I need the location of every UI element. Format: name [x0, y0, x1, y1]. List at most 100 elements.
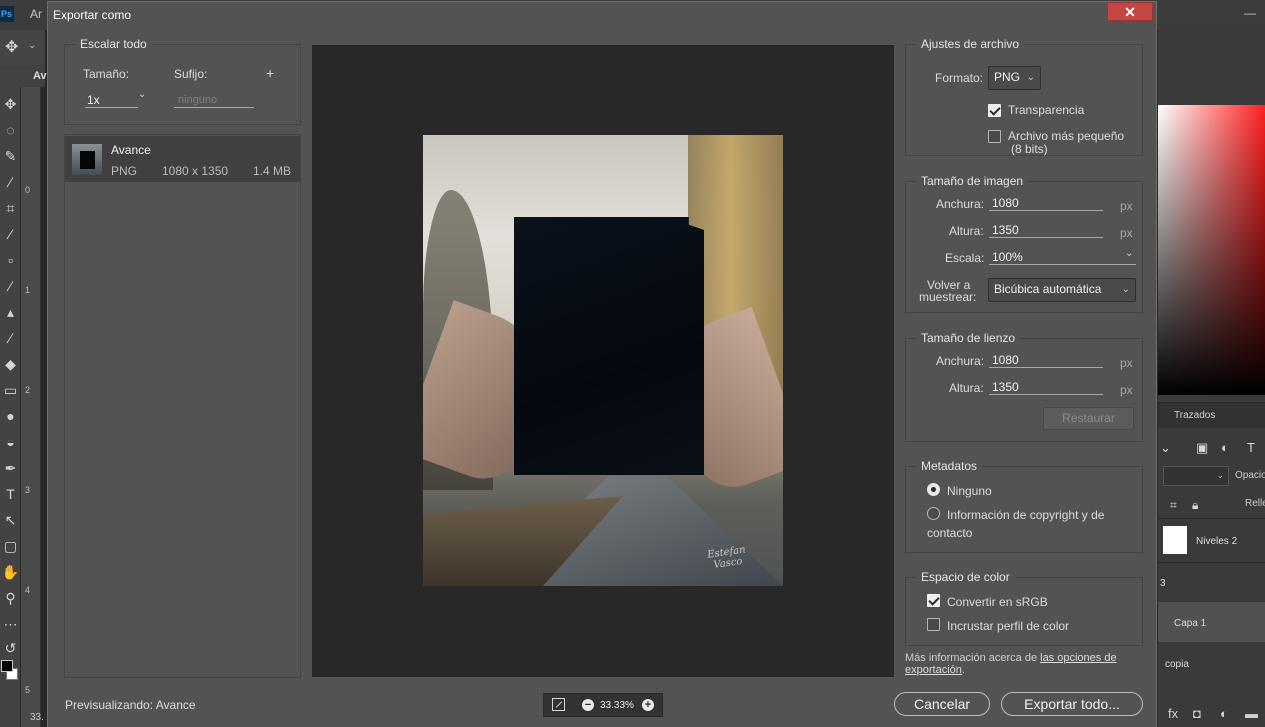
chevron-down-icon[interactable]: ⌄	[28, 40, 36, 51]
layer-name[interactable]: Niveles 2	[1196, 536, 1237, 547]
zoom-tool-icon[interactable]: ⚲	[0, 585, 21, 611]
tab-trazados[interactable]: Trazados	[1174, 410, 1215, 421]
suffix-input[interactable]: ninguno	[178, 94, 217, 106]
path-select-icon[interactable]: ↖	[0, 507, 21, 533]
smaller-file-sublabel: (8 bits)	[1011, 142, 1048, 156]
group-title: Escalar todo	[75, 37, 152, 51]
minimize-icon[interactable]: —	[1240, 3, 1260, 23]
more-tools-icon[interactable]: ⋯	[0, 611, 21, 637]
metadata-copyright-radio[interactable]	[927, 507, 940, 520]
group-title: Tamaño de imagen	[916, 174, 1029, 188]
size-label: Tamaño:	[83, 67, 130, 81]
metadata-copyright-label: Información de copyright y de	[947, 508, 1105, 522]
quick-select-icon[interactable]: ✎	[0, 143, 21, 169]
format-label: Formato:	[935, 71, 984, 85]
export-options-link[interactable]: las opciones de	[1040, 652, 1116, 664]
layer-filter-row: ⌄ ▣ ◐ T	[1158, 437, 1265, 461]
eyedropper-icon[interactable]: ⁄	[0, 221, 21, 247]
cancel-button[interactable]: Cancelar	[894, 692, 990, 716]
photo-black-board	[514, 217, 704, 475]
metadata-none-radio[interactable]	[927, 483, 940, 496]
smaller-file-checkbox[interactable]	[988, 130, 1001, 143]
fit-screen-icon[interactable]	[552, 698, 565, 711]
gradient-icon[interactable]: ▭	[0, 377, 21, 403]
close-icon[interactable]: ✕	[1107, 2, 1153, 21]
document-tab[interactable]: Av	[33, 70, 47, 82]
foreground-color-swatch[interactable]	[1, 660, 13, 672]
folder-icon[interactable]: ▬	[1245, 706, 1258, 721]
export-options-link-2[interactable]: exportación	[905, 664, 962, 676]
add-scale-icon[interactable]: +	[266, 65, 274, 81]
lasso-tool-icon[interactable]: ◌	[0, 117, 21, 143]
blur-icon[interactable]: ●	[0, 403, 21, 429]
fx-icon[interactable]: fx	[1168, 706, 1178, 721]
zoom-in-icon[interactable]: +	[642, 699, 654, 711]
chevron-down-icon[interactable]: ⌄	[1160, 440, 1171, 456]
lock-artboard-icon[interactable]: ⌗	[1170, 498, 1177, 513]
swap-colors-icon[interactable]: ↺	[0, 635, 21, 661]
restore-button[interactable]: Restaurar	[1043, 407, 1134, 430]
shape-tool-icon[interactable]: ▢	[0, 533, 21, 559]
crop-tool-icon[interactable]: ⌗	[0, 195, 21, 221]
spot-healing-icon[interactable]: ▫	[0, 247, 21, 273]
adjustment-icon[interactable]: ◐	[1220, 706, 1228, 721]
format-select[interactable]: PNG ⌄	[988, 66, 1041, 90]
type-filter-icon[interactable]: T	[1247, 440, 1255, 455]
type-tool-icon[interactable]: T	[0, 481, 21, 507]
transparency-checkbox[interactable]	[988, 104, 1001, 117]
metadata-none-label: Ninguno	[947, 484, 992, 498]
embed-profile-checkbox[interactable]	[927, 618, 940, 631]
resample-value: Bicúbica automática	[994, 282, 1102, 296]
menu-item-archivo[interactable]: Ar	[30, 7, 42, 21]
chevron-down-icon: ⌄	[1026, 72, 1035, 83]
move-tool-icon[interactable]: ✥	[0, 91, 21, 117]
image-height-input[interactable]: 1350	[992, 223, 1019, 237]
unit-label: px	[1120, 226, 1133, 240]
blend-mode-select[interactable]: ⌄	[1163, 466, 1229, 486]
group-title: Espacio de color	[916, 570, 1015, 584]
zoom-readout: 33.	[30, 712, 44, 723]
history-brush-icon[interactable]: ∕	[0, 325, 21, 351]
size-select-value[interactable]: 1x	[87, 93, 100, 107]
layer-name[interactable]: Capa 1	[1174, 618, 1206, 629]
adjustment-filter-icon[interactable]: ◐	[1221, 440, 1229, 455]
chevron-down-icon[interactable]: ⌄	[1125, 248, 1133, 259]
move-tool-icon[interactable]: ✥	[5, 37, 18, 57]
image-height-label: Altura:	[949, 224, 984, 238]
eraser-icon[interactable]: ◆	[0, 351, 21, 377]
suffix-underline	[174, 107, 254, 108]
ruler-number: 0	[25, 185, 31, 195]
ps-options-bar: ✥ ⌄	[0, 30, 45, 65]
stamp-tool-icon[interactable]: ▴	[0, 299, 21, 325]
mask-icon[interactable]: ◘	[1193, 706, 1201, 721]
hand-tool-icon[interactable]: ✋	[0, 559, 21, 585]
canvas-width-input[interactable]: 1080	[992, 353, 1019, 367]
convert-srgb-label: Convertir en sRGB	[947, 595, 1048, 609]
asset-row[interactable]: Avance PNG 1080 x 1350 1.4 MB	[65, 136, 300, 182]
image-width-input[interactable]: 1080	[992, 196, 1019, 210]
canvas-height-underline	[989, 394, 1103, 395]
pen-icon[interactable]: ✒	[0, 455, 21, 481]
layer-name[interactable]: 3	[1160, 578, 1166, 589]
image-filter-icon[interactable]: ▣	[1196, 440, 1208, 456]
asset-dimensions: 1080 x 1350	[162, 164, 229, 178]
divider	[1158, 562, 1265, 563]
canvas-height-input[interactable]: 1350	[992, 380, 1019, 394]
asset-thumbnail	[72, 144, 102, 175]
layer-name[interactable]: copia	[1165, 659, 1189, 670]
color-picker-field[interactable]	[1158, 105, 1265, 395]
ruler-number: 4	[25, 585, 31, 595]
lock-icon[interactable]: 🔒︎	[1192, 498, 1198, 513]
group-title: Metadatos	[916, 459, 983, 473]
ruler-number: 3	[25, 485, 31, 495]
brush-icon[interactable]: ∕	[0, 169, 21, 195]
resample-select[interactable]: Bicúbica automática ⌄	[988, 278, 1136, 302]
export-all-button[interactable]: Exportar todo...	[1001, 692, 1143, 716]
brush-tool-icon[interactable]: ∕	[0, 273, 21, 299]
chevron-down-icon[interactable]: ⌄	[138, 89, 146, 100]
image-height-underline	[989, 237, 1103, 238]
dodge-icon[interactable]: ◒	[0, 429, 21, 455]
zoom-out-icon[interactable]: −	[582, 699, 594, 711]
convert-srgb-checkbox[interactable]	[927, 594, 940, 607]
scale-select-value[interactable]: 100%	[992, 250, 1023, 264]
